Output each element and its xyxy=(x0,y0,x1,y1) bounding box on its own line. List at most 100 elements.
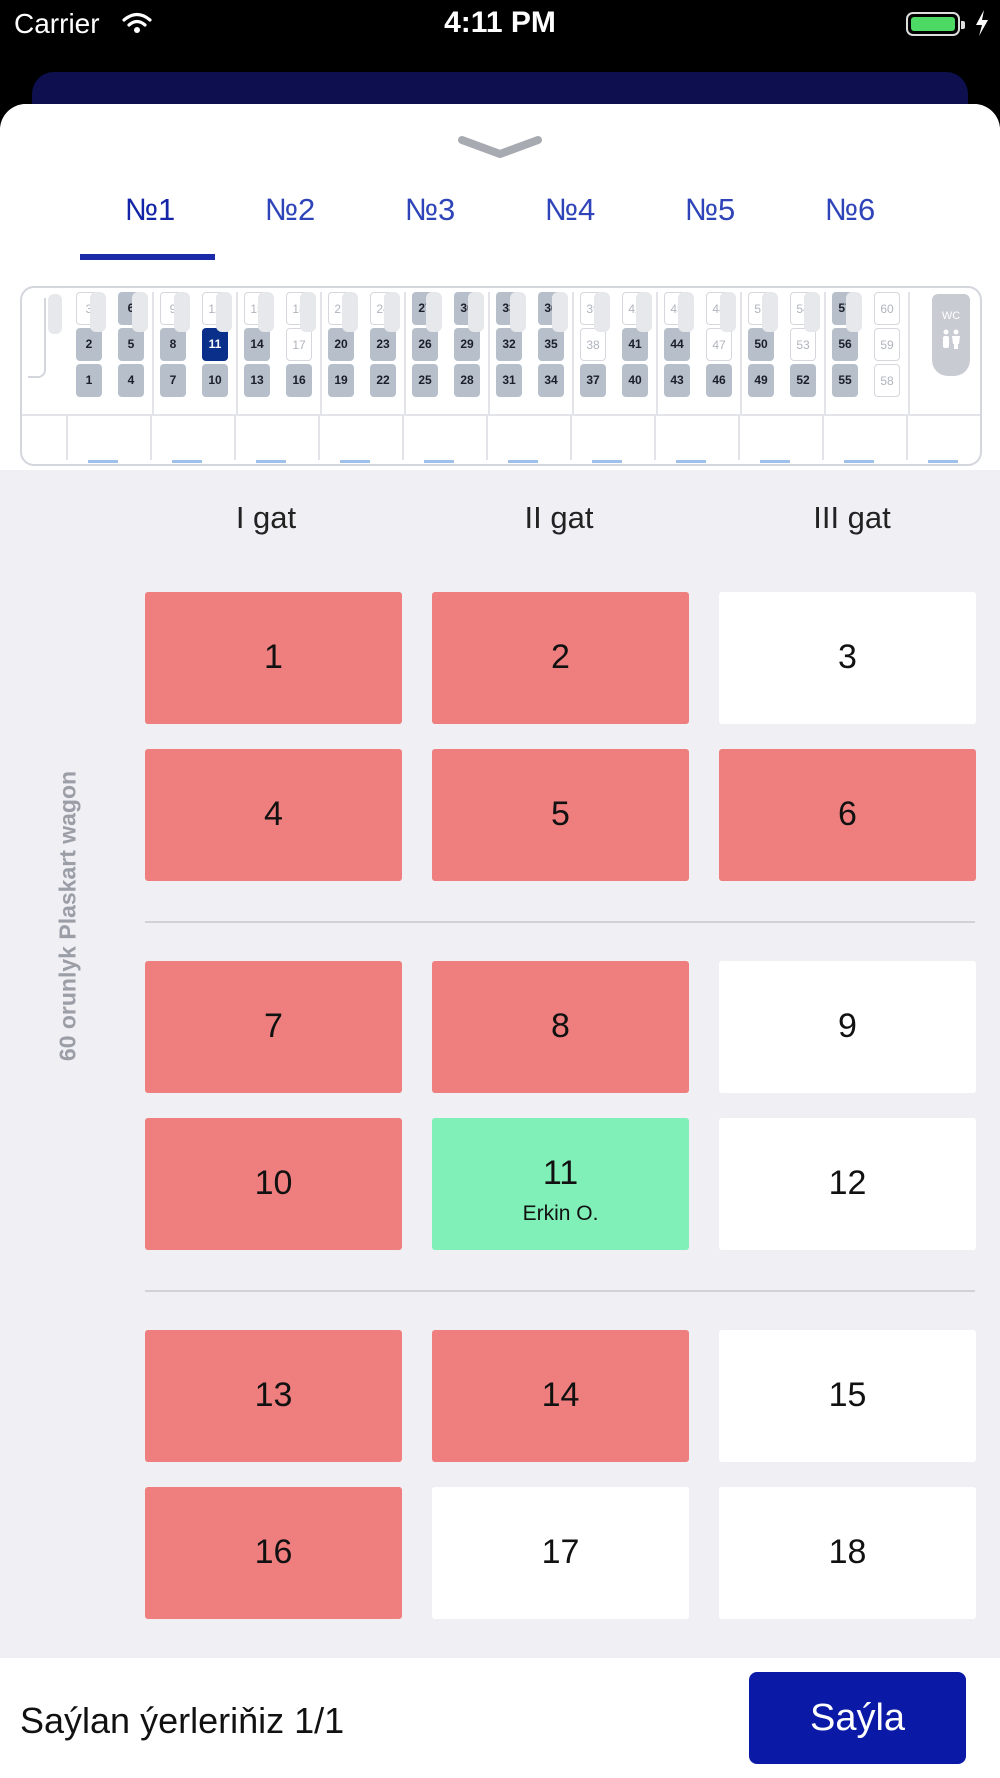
wagon-map-seat[interactable]: 52 xyxy=(790,364,816,397)
wagon-map-seat[interactable]: 1 xyxy=(76,364,102,397)
seat-selection-sheet: №1 №2 №3 №4 №5 №6 WC 3 2 1 6 5 4 9 8 7 12 11 10 15 14 13 18 1… xyxy=(0,104,1000,1778)
wagon-map-seat[interactable]: 58 xyxy=(874,364,900,397)
wagon-map-seat[interactable]: 29 xyxy=(454,328,480,361)
wagon-map-seat[interactable]: 43 xyxy=(664,364,690,397)
seat-number: 7 xyxy=(264,1007,283,1045)
side-seat-marker xyxy=(258,292,274,332)
wagon-map-seat[interactable]: 10 xyxy=(202,364,228,397)
wagon-map-seat[interactable]: 8 xyxy=(160,328,186,361)
wagon-window-mark xyxy=(172,460,202,463)
wagon-map-seat[interactable]: 25 xyxy=(412,364,438,397)
wagon-map-seat[interactable]: 47 xyxy=(706,328,732,361)
wagon-map-seat[interactable]: 35 xyxy=(538,328,564,361)
wagon-map-seat[interactable]: 55 xyxy=(832,364,858,397)
tab-wagon-1[interactable]: №1 xyxy=(85,180,215,240)
wagon-map-seat[interactable]: 17 xyxy=(286,328,312,361)
wagon-map-seat[interactable]: 32 xyxy=(496,328,522,361)
seat-15[interactable]: 15 xyxy=(719,1330,976,1462)
wagon-floor-mark xyxy=(738,416,740,460)
wagon-floor-mark xyxy=(822,416,824,460)
tab-wagon-6[interactable]: №6 xyxy=(785,180,915,240)
bay-divider xyxy=(824,292,826,416)
wagon-map-seat[interactable]: 53 xyxy=(790,328,816,361)
wagon-map-seat[interactable]: 44 xyxy=(664,328,690,361)
wagon-window-mark xyxy=(928,460,958,463)
seat-number: 8 xyxy=(551,1007,570,1045)
wc-label: WC xyxy=(941,310,961,322)
seat-8[interactable]: 8 xyxy=(432,961,689,1093)
wagon-map-seat[interactable]: 38 xyxy=(580,328,606,361)
seat-18[interactable]: 18 xyxy=(719,1487,976,1619)
side-seat-marker xyxy=(342,292,358,332)
bay-divider xyxy=(908,292,910,416)
seat-number: 9 xyxy=(838,1007,857,1045)
wagon-floor-mark xyxy=(570,416,572,460)
seat-7[interactable]: 7 xyxy=(145,961,402,1093)
wagon-map-seat[interactable]: 14 xyxy=(244,328,270,361)
wagon-map-seat[interactable]: 28 xyxy=(454,364,480,397)
wagon-map-seat[interactable]: 46 xyxy=(706,364,732,397)
tab-wagon-5[interactable]: №5 xyxy=(645,180,775,240)
seat-11[interactable]: 11 Erkin O. xyxy=(432,1118,689,1250)
wagon-map-seat[interactable]: 19 xyxy=(328,364,354,397)
wagon-map-seat[interactable]: 31 xyxy=(496,364,522,397)
side-seat-marker xyxy=(636,292,652,332)
wagon-map-seat[interactable]: 22 xyxy=(370,364,396,397)
side-seat-marker xyxy=(552,292,568,332)
selected-seats-count: Saýlan ýerleriňiz 1/1 xyxy=(20,1700,345,1741)
wagon-map-seat[interactable]: 40 xyxy=(622,364,648,397)
battery-fill xyxy=(911,17,955,31)
seat-number: 1 xyxy=(264,638,283,676)
sheet-header: №1 №2 №3 №4 №5 №6 WC 3 2 1 6 5 4 9 8 7 12 11 10 15 14 13 18 1… xyxy=(0,104,1000,470)
wagon-map-seat[interactable]: 23 xyxy=(370,328,396,361)
wagon-map-seat[interactable]: 11 xyxy=(202,328,228,361)
wagon-map-seat[interactable]: 26 xyxy=(412,328,438,361)
select-button[interactable]: Saýla xyxy=(749,1672,966,1764)
chevron-down-icon[interactable] xyxy=(456,132,544,167)
wagon-map-seat[interactable]: 13 xyxy=(244,364,270,397)
seat-2[interactable]: 2 xyxy=(432,592,689,724)
wagon-map-seat[interactable]: 37 xyxy=(580,364,606,397)
wagon-window-mark xyxy=(760,460,790,463)
wagon-map-seat[interactable]: 50 xyxy=(748,328,774,361)
seat-3[interactable]: 3 xyxy=(719,592,976,724)
seat-17[interactable]: 17 xyxy=(432,1487,689,1619)
side-seat-marker xyxy=(90,292,106,332)
wagon-map-seat[interactable]: 41 xyxy=(622,328,648,361)
toilet-icon xyxy=(943,329,960,349)
wagon-floor-mark xyxy=(66,416,68,460)
seat-9[interactable]: 9 xyxy=(719,961,976,1093)
side-seat-marker xyxy=(468,292,484,332)
seat-1[interactable]: 1 xyxy=(145,592,402,724)
side-seat-marker xyxy=(510,292,526,332)
wagon-map-seat[interactable]: 59 xyxy=(874,328,900,361)
wagon-map-seat[interactable]: 2 xyxy=(76,328,102,361)
wagon-map-seat[interactable]: 60 xyxy=(874,292,900,325)
seat-number: 16 xyxy=(254,1533,293,1571)
wagon-window-mark xyxy=(508,460,538,463)
seat-10[interactable]: 10 xyxy=(145,1118,402,1250)
wagon-map-seat[interactable]: 16 xyxy=(286,364,312,397)
seat-14[interactable]: 14 xyxy=(432,1330,689,1462)
wagon-map-seat[interactable]: 56 xyxy=(832,328,858,361)
wagon-map-seat[interactable]: 20 xyxy=(328,328,354,361)
seat-4[interactable]: 4 xyxy=(145,749,402,881)
seat-5[interactable]: 5 xyxy=(432,749,689,881)
wagon-map-seat[interactable]: 7 xyxy=(160,364,186,397)
tab-wagon-4[interactable]: №4 xyxy=(505,180,635,240)
tab-wagon-3[interactable]: №3 xyxy=(365,180,495,240)
wagon-map-seat[interactable]: 4 xyxy=(118,364,144,397)
tab-wagon-2[interactable]: №2 xyxy=(225,180,355,240)
wagon-tabs: №1 №2 №3 №4 №5 №6 xyxy=(0,180,1000,260)
tier-heading: III gat xyxy=(813,500,891,535)
wagon-aisle-line xyxy=(22,414,980,416)
seat-12[interactable]: 12 xyxy=(719,1118,976,1250)
seat-16[interactable]: 16 xyxy=(145,1487,402,1619)
wagon-window-mark xyxy=(844,460,874,463)
seat-13[interactable]: 13 xyxy=(145,1330,402,1462)
wagon-map-seat[interactable]: 34 xyxy=(538,364,564,397)
seat-6[interactable]: 6 xyxy=(719,749,976,881)
wagon-map-seat[interactable]: 49 xyxy=(748,364,774,397)
seat-number: 15 xyxy=(828,1376,867,1414)
wagon-map-seat[interactable]: 5 xyxy=(118,328,144,361)
